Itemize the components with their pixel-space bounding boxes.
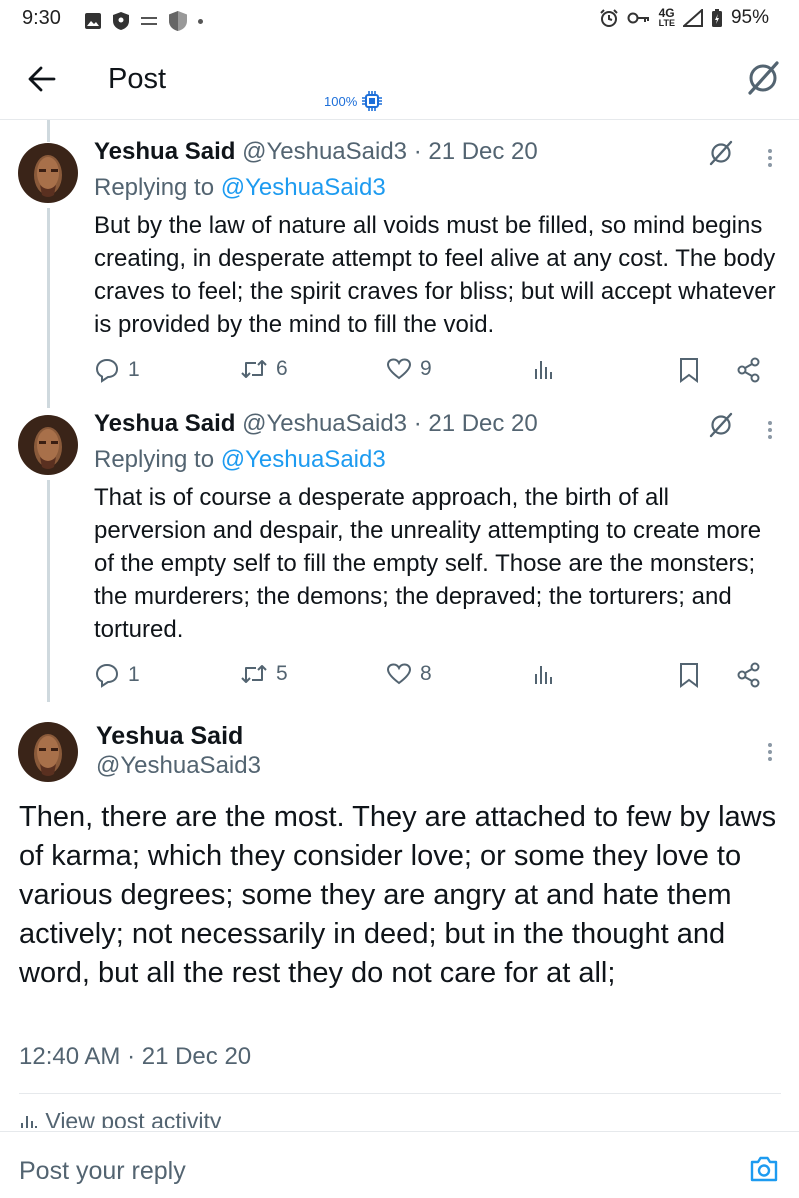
avatar-image — [18, 722, 78, 782]
author-name[interactable]: Yeshua Said — [96, 722, 243, 751]
share-button[interactable] — [736, 662, 762, 688]
heart-icon — [386, 358, 412, 380]
app-bar: Post 100% — [0, 38, 799, 120]
views-button[interactable] — [532, 357, 556, 381]
replying-prefix: Replying to — [94, 174, 221, 201]
heart-icon — [386, 663, 412, 685]
repost-count: 6 — [276, 357, 288, 380]
thread-line — [47, 208, 50, 408]
action-bar: 1 6 9 — [94, 357, 774, 387]
zoom-badge: 100% — [324, 90, 383, 112]
reply-button[interactable]: 1 — [94, 662, 140, 688]
reply-icon — [95, 663, 119, 688]
repost-icon — [241, 360, 267, 378]
author-name[interactable]: Yeshua Said — [94, 138, 235, 165]
views-button[interactable] — [532, 662, 556, 686]
views-icon — [535, 666, 552, 684]
page-title: Post — [108, 63, 167, 95]
tweet-text: But by the law of nature all voids must … — [94, 212, 776, 338]
repost-button[interactable]: 5 — [240, 662, 288, 686]
battery-icon — [711, 9, 722, 27]
tweet-header: Yeshua Said @YeshuaSaid3 · 21 Dec 20 — [94, 410, 538, 438]
bookmark-button[interactable] — [678, 357, 700, 383]
equals-icon — [141, 17, 157, 25]
image-icon — [85, 13, 101, 29]
bookmark-icon — [680, 358, 698, 383]
more-options-icon[interactable] — [766, 740, 774, 764]
reply-button[interactable]: 1 — [94, 357, 140, 383]
avatar[interactable] — [18, 143, 78, 203]
post-timestamp: 12:40 AM · 21 Dec 20 — [19, 1043, 252, 1070]
author-meta: @YeshuaSaid3 · 21 Dec 20 — [242, 138, 538, 165]
status-time: 9:30 — [22, 7, 61, 29]
views-icon — [21, 1116, 37, 1128]
author-meta: @YeshuaSaid3 · 21 Dec 20 — [242, 410, 538, 437]
more-options-icon[interactable] — [766, 146, 774, 170]
thread-line — [47, 120, 50, 142]
tweet-header: Yeshua Said @YeshuaSaid3 · 21 Dec 20 — [94, 138, 538, 166]
network-type: 4G LTE — [658, 6, 675, 28]
avatar[interactable] — [18, 722, 78, 782]
share-button[interactable] — [736, 357, 762, 383]
system-icons: 4G LTE 95% — [599, 7, 769, 29]
reply-input[interactable]: Post your reply — [19, 1157, 186, 1186]
share-icon — [737, 357, 760, 383]
zoom-badge-label: 100% — [324, 93, 358, 109]
notification-icons — [84, 10, 203, 32]
thread-line — [47, 480, 50, 702]
key-icon — [627, 12, 649, 24]
views-icon — [535, 361, 552, 379]
camera-icon[interactable] — [749, 1155, 779, 1183]
grok-icon[interactable] — [744, 60, 782, 96]
back-arrow-icon[interactable] — [28, 66, 56, 92]
repost-button[interactable]: 6 — [240, 357, 288, 381]
more-options-icon[interactable] — [766, 418, 774, 442]
chip-icon — [362, 91, 383, 111]
shield-half-icon — [169, 11, 187, 31]
activity-label: View post activity — [45, 1108, 222, 1128]
reply-composer: Post your reply — [0, 1131, 799, 1198]
replying-handle[interactable]: @YeshuaSaid3 — [221, 446, 386, 473]
avatar[interactable] — [18, 415, 78, 475]
bookmark-icon — [680, 663, 698, 688]
action-bar: 1 5 8 — [94, 662, 774, 692]
avatar-image — [18, 415, 78, 475]
share-icon — [737, 662, 760, 688]
bookmark-button[interactable] — [678, 662, 700, 688]
shield-icon — [113, 12, 129, 30]
replying-to: Replying to @YeshuaSaid3 — [94, 174, 386, 202]
tweet-text: That is of course a desperate approach, … — [94, 484, 762, 643]
like-count: 9 — [420, 357, 432, 380]
author-name[interactable]: Yeshua Said — [94, 410, 235, 437]
replying-to: Replying to @YeshuaSaid3 — [94, 446, 386, 474]
reply-count: 1 — [128, 663, 140, 686]
view-post-activity-link[interactable]: View post activity — [19, 1108, 221, 1128]
repost-count: 5 — [276, 662, 288, 685]
signal-icon — [682, 9, 703, 27]
grok-icon[interactable] — [707, 412, 735, 438]
avatar-image — [18, 143, 78, 203]
reply-count: 1 — [128, 358, 140, 381]
dot-icon — [198, 18, 203, 24]
post-text: Then, there are the most. They are attac… — [19, 801, 777, 989]
reply-icon — [95, 358, 119, 383]
replying-prefix: Replying to — [94, 446, 221, 473]
status-bar: 9:30 4G LTE 95% — [0, 0, 799, 38]
grok-icon[interactable] — [707, 140, 735, 166]
network-label: 4G — [658, 6, 675, 20]
like-button[interactable]: 8 — [386, 662, 432, 686]
network-sub-label: LTE — [658, 18, 675, 28]
like-button[interactable]: 9 — [386, 357, 432, 381]
like-count: 8 — [420, 662, 432, 685]
repost-icon — [241, 665, 267, 683]
divider — [19, 1093, 781, 1094]
author-handle[interactable]: @YeshuaSaid3 — [96, 752, 261, 780]
replying-handle[interactable]: @YeshuaSaid3 — [221, 174, 386, 201]
battery-level: 95% — [730, 7, 769, 28]
alarm-icon — [599, 9, 618, 27]
